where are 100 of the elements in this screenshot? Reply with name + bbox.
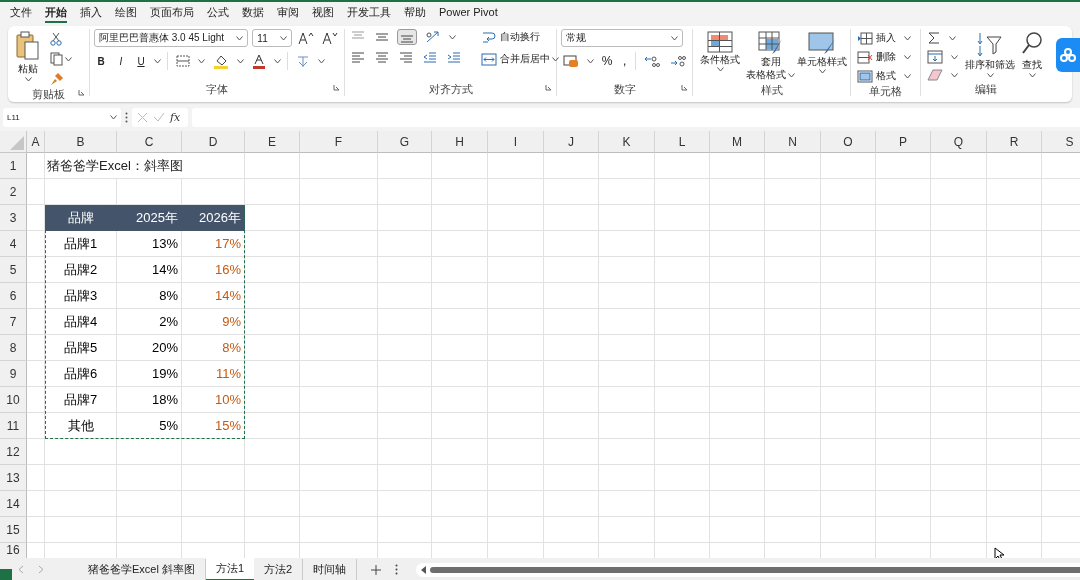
scroll-left-icon[interactable] — [421, 565, 428, 574]
sheet-tab[interactable]: 猪爸爸学Excel 斜率图 — [78, 559, 206, 580]
increase-decimal-button[interactable] — [642, 54, 662, 68]
row-header[interactable]: 8 — [0, 335, 27, 361]
row-header[interactable]: 16 — [0, 543, 27, 558]
caret-icon[interactable] — [236, 35, 244, 41]
horizontal-scrollbar[interactable] — [416, 562, 1080, 577]
column-header[interactable]: O — [821, 131, 876, 153]
column-header[interactable]: C — [117, 131, 182, 153]
caret-icon[interactable] — [449, 34, 456, 40]
find-select-button[interactable]: 查找 — [1020, 29, 1044, 82]
delete-button[interactable]: 删除 — [855, 49, 898, 65]
floating-button[interactable] — [1056, 38, 1080, 72]
row-header[interactable]: 6 — [0, 283, 27, 309]
caret-icon[interactable] — [280, 35, 287, 41]
row-header[interactable]: 1 — [0, 153, 27, 179]
menu-tab[interactable]: 插入 — [80, 3, 102, 23]
sheet-tab[interactable]: 时间轴 — [303, 559, 358, 580]
row-header[interactable]: 11 — [0, 413, 27, 439]
format-as-table-button[interactable]: 套用 表格格式 — [747, 29, 795, 83]
caret-icon[interactable] — [986, 73, 994, 78]
caret-icon[interactable] — [716, 67, 724, 72]
caret-icon[interactable] — [818, 69, 826, 74]
caret-icon[interactable] — [24, 77, 32, 82]
column-header[interactable]: F — [300, 131, 378, 153]
dialog-launcher-icon[interactable] — [545, 84, 552, 91]
copy-button[interactable] — [48, 51, 65, 67]
caret-icon[interactable] — [154, 58, 161, 64]
row-header[interactable]: 13 — [0, 465, 27, 491]
number-format-dropdown[interactable]: 常规 — [561, 29, 683, 47]
menu-tab[interactable]: 开始 — [45, 3, 67, 23]
clear-button[interactable] — [925, 68, 945, 82]
caret-icon[interactable] — [904, 35, 911, 41]
caret-icon[interactable] — [1028, 73, 1036, 78]
menu-tab[interactable]: 页面布局 — [150, 3, 194, 23]
menu-tab[interactable]: 审阅 — [277, 3, 299, 23]
column-header[interactable]: K — [599, 131, 655, 153]
row-header[interactable]: 4 — [0, 231, 27, 257]
column-header[interactable]: S — [1042, 131, 1080, 153]
caret-icon[interactable] — [198, 58, 205, 64]
decrease-decimal-button[interactable] — [668, 54, 688, 68]
caret-icon[interactable] — [904, 54, 911, 60]
menu-tab[interactable]: 公式 — [207, 3, 229, 23]
wrap-text-button[interactable]: 自动换行 — [479, 29, 559, 45]
caret-icon[interactable] — [951, 72, 958, 78]
column-header[interactable]: Q — [931, 131, 987, 153]
align-center-button[interactable] — [373, 51, 391, 65]
menu-tab[interactable]: 绘图 — [115, 3, 137, 23]
font-style-button[interactable]: U — [134, 52, 148, 70]
column-header[interactable]: D — [182, 131, 245, 153]
font-size-dropdown[interactable]: 11 — [252, 29, 292, 47]
caret-icon[interactable] — [788, 72, 796, 78]
caret-icon[interactable] — [110, 114, 117, 120]
caret-icon[interactable] — [949, 35, 956, 41]
caret-icon[interactable] — [904, 73, 911, 79]
column-header[interactable]: P — [876, 131, 931, 153]
menu-tab[interactable]: 开发工具 — [347, 3, 391, 23]
column-header[interactable]: B — [45, 131, 117, 153]
comma-style-button[interactable]: , — [620, 53, 630, 69]
caret-icon[interactable] — [951, 54, 958, 60]
add-sheet-icon[interactable] — [371, 564, 382, 575]
dialog-launcher-icon[interactable] — [78, 89, 85, 96]
row-header[interactable]: 14 — [0, 491, 27, 517]
check-icon[interactable] — [153, 112, 165, 122]
more-icon[interactable] — [125, 111, 128, 123]
menu-tab[interactable]: 文件 — [10, 3, 32, 23]
sheet-tab[interactable]: 方法2 — [254, 559, 304, 580]
column-header[interactable]: E — [245, 131, 300, 153]
row-header[interactable]: 15 — [0, 517, 27, 543]
increase-font-button[interactable] — [296, 30, 316, 46]
insert-button[interactable]: 插入 — [855, 30, 898, 46]
sort-filter-button[interactable]: 排序和筛选 — [964, 29, 1016, 82]
caret-icon[interactable] — [552, 56, 559, 62]
row-header[interactable]: 5 — [0, 257, 27, 283]
conditional-formatting-button[interactable]: 条件格式 — [697, 29, 743, 83]
row-header[interactable]: 7 — [0, 309, 27, 335]
caret-icon[interactable] — [587, 58, 594, 64]
name-box[interactable]: L11 — [3, 107, 121, 127]
cell-styles-button[interactable]: 单元格样式 — [798, 29, 846, 83]
align-right-button[interactable] — [397, 51, 415, 65]
menu-tab[interactable]: Power Pivot — [439, 3, 498, 23]
fill-button[interactable] — [925, 49, 945, 65]
row-header[interactable]: 9 — [0, 361, 27, 387]
column-header[interactable]: R — [987, 131, 1042, 153]
scroll-thumb[interactable] — [430, 566, 1080, 573]
column-header[interactable]: L — [655, 131, 710, 153]
column-header[interactable]: N — [765, 131, 821, 153]
merge-center-button[interactable]: 合并后居中 — [479, 51, 552, 67]
caret-icon[interactable] — [671, 35, 678, 41]
format-button[interactable]: 格式 — [855, 68, 898, 84]
caret-icon[interactable] — [274, 58, 281, 64]
font-style-button[interactable]: B — [94, 52, 108, 70]
decrease-font-button[interactable] — [320, 30, 340, 46]
accounting-format-button[interactable] — [561, 53, 581, 69]
font-style-button[interactable]: I — [114, 52, 128, 70]
percent-button[interactable]: % — [600, 53, 614, 69]
row-header[interactable]: 12 — [0, 439, 27, 465]
font-name-dropdown[interactable]: 阿里巴巴普惠体 3.0 45 Light — [94, 29, 249, 47]
sheet-tab[interactable]: 方法1 — [205, 558, 255, 580]
paste-button[interactable]: 粘贴 — [12, 29, 44, 87]
